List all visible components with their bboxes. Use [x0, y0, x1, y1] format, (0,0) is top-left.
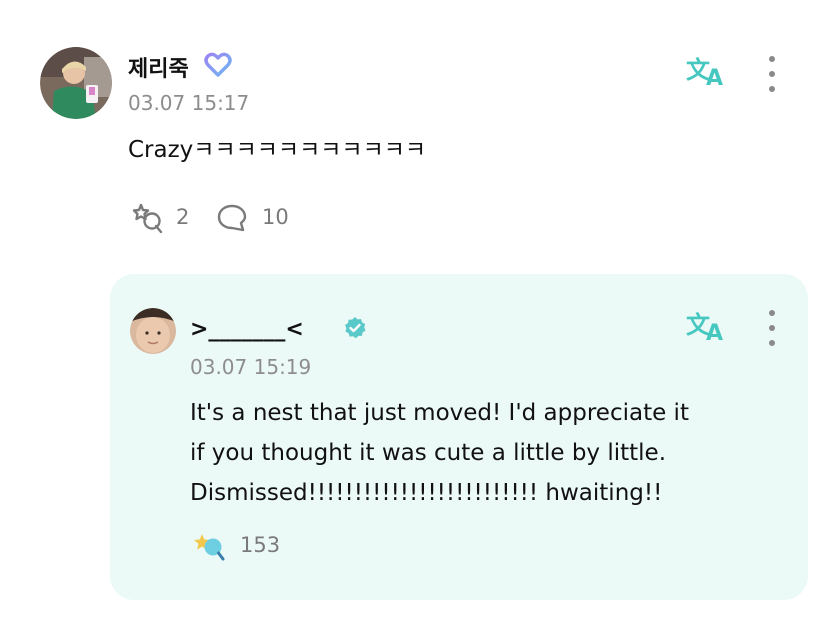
author-name[interactable]: 제리죽	[128, 51, 189, 83]
reply-text-line: Dismissed!!!!!!!!!!!!!!!!!!!!!!!!! hwait…	[190, 480, 663, 506]
reply-author-avatar[interactable]	[130, 308, 176, 354]
svg-text:A: A	[706, 66, 723, 88]
author-avatar[interactable]	[40, 47, 112, 119]
svg-text:A: A	[706, 321, 723, 343]
more-vertical-icon	[769, 56, 775, 62]
reply-more-options-button[interactable]	[760, 306, 784, 350]
comment-icon[interactable]	[216, 203, 248, 237]
reply-translate-icon[interactable]: 文 A	[686, 309, 728, 347]
verified-check-icon	[343, 316, 367, 344]
artist-reaction-icon[interactable]	[192, 530, 226, 566]
reply-author-name[interactable]: >_______<	[190, 317, 304, 342]
reply-text-line: if you thought it was cute a little by l…	[190, 440, 667, 466]
post-timestamp: 03.07 15:17	[128, 91, 250, 115]
reaction-icon[interactable]	[130, 202, 164, 238]
translate-icon[interactable]: 文 A	[686, 54, 728, 92]
reaction-count: 2	[176, 205, 190, 229]
reply-text-line: It's a nest that just moved! I'd appreci…	[190, 400, 689, 426]
reply-reaction-count: 153	[240, 533, 281, 557]
more-options-button[interactable]	[760, 52, 784, 96]
more-vertical-icon	[769, 310, 775, 316]
post-text: Crazyㅋㅋㅋㅋㅋㅋㅋㅋㅋㅋㅋ	[128, 137, 427, 163]
post: 제리죽 03.07 15:17 文 A Crazyㅋㅋㅋㅋㅋㅋㅋㅋㅋㅋㅋ 2 1…	[0, 0, 828, 260]
reply-timestamp: 03.07 15:19	[190, 355, 312, 379]
reply-text: It's a nest that just moved! I'd appreci…	[190, 393, 689, 513]
comment-count: 10	[262, 205, 289, 229]
heart-badge-icon	[204, 52, 232, 82]
